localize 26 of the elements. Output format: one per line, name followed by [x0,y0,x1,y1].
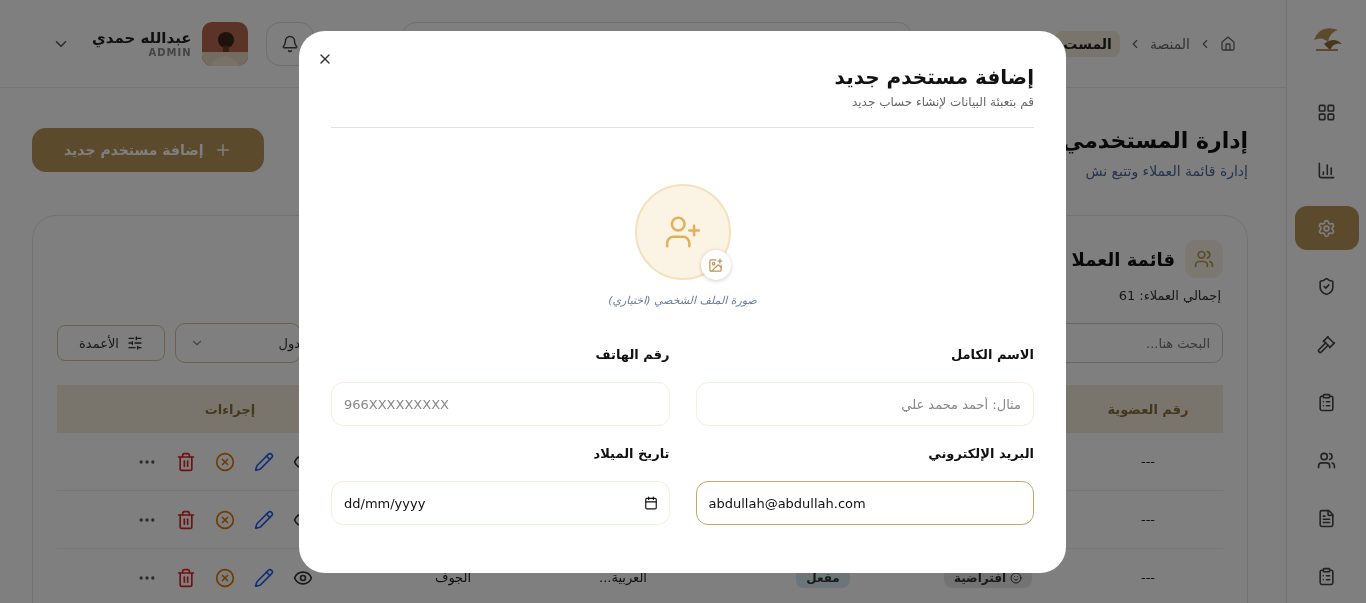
photo-caption: صورة الملف الشخصي (اختياري) [608,294,757,307]
table-cell: --- [1140,570,1156,585]
total-count: إجمالي العملاء: 61 [1118,288,1221,303]
dialog-subtitle: قم بتعبئة البيانات لإنشاء حساب جديد [850,95,1034,109]
dialog-title: إضافة مستخدم جديد [833,65,1034,89]
field-label: تاريخ الميلاد [592,446,670,461]
column-header: إجراءات [204,401,256,417]
input-field[interactable]: abdullah@abdullah.com [695,481,1034,525]
user-name: عبدالله حمدي [92,29,192,47]
table-cell: العربية... [599,570,647,585]
page-subtitle: إدارة قائمة العملاء وتتبع نش [1084,163,1248,179]
columns-button[interactable]: الأعمدة [57,325,165,361]
table-cell: الجوف [434,570,472,585]
field-label: رقم الهاتف [594,347,670,362]
breadcrumb-item[interactable]: المنصة [1149,35,1190,52]
date-field[interactable]: dd/mm/yyyy [331,481,670,525]
card-title: قائمة العملا [1071,248,1175,270]
table-cell: --- [1140,454,1156,469]
breadcrumb-item[interactable]: المست [1055,30,1120,57]
table-cell: --- [1140,512,1156,527]
field-label: البريد الإلكتروني [927,446,1034,461]
page-title: إدارة المستخدمي [1061,128,1248,153]
user-role: ADMIN [148,47,192,58]
input-field[interactable]: 966XXXXXXXXX [331,382,670,426]
column-header: رقم العضوية [1107,401,1189,417]
field-label: الاسم الكامل [949,347,1034,362]
